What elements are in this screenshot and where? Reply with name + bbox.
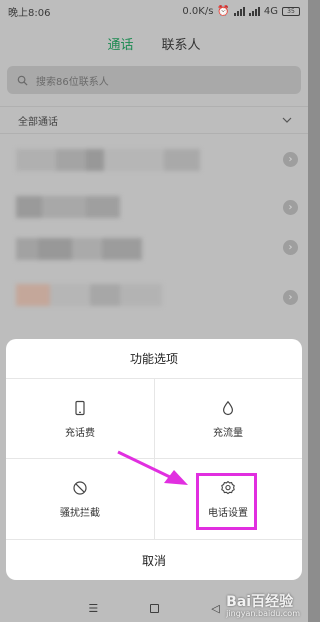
blurred-contact xyxy=(16,196,120,218)
block-icon xyxy=(73,480,87,495)
search-input[interactable]: 搜索86位联系人 xyxy=(7,66,301,94)
recharge-credit-button[interactable]: 充话费 xyxy=(6,379,154,459)
list-item[interactable]: › xyxy=(0,278,308,318)
list-item[interactable]: › xyxy=(0,188,308,228)
alarm-icon: ⏰ xyxy=(217,5,230,17)
list-item[interactable]: › xyxy=(0,140,308,180)
watermark: Bai百经验 jingyan.baidu.com xyxy=(226,591,300,618)
status-time: 晚上8:06 xyxy=(8,7,51,19)
chevron-right-icon[interactable]: › xyxy=(283,152,298,167)
cancel-button[interactable]: 取消 xyxy=(6,539,302,580)
blurred-contact xyxy=(16,238,142,260)
chevron-right-icon[interactable]: › xyxy=(283,200,298,215)
blurred-contact xyxy=(16,284,162,306)
droplet-icon xyxy=(222,400,234,415)
signal-icon xyxy=(233,6,245,16)
pointer-arrow xyxy=(117,450,188,485)
sheet-title: 功能选项 xyxy=(6,339,302,379)
search-icon xyxy=(17,75,28,86)
highlight-box xyxy=(196,473,257,530)
watermark-brand: Bai百经验 xyxy=(226,594,294,610)
chevron-right-icon[interactable]: › xyxy=(283,290,298,305)
battery-icon: 35 xyxy=(282,6,300,16)
search-placeholder: 搜索86位联系人 xyxy=(36,76,109,88)
tab-contacts[interactable]: 联系人 xyxy=(162,34,201,53)
tab-calls[interactable]: 通话 xyxy=(107,34,133,53)
network-type: 4G xyxy=(263,5,278,17)
call-filter-dropdown[interactable]: 全部通话 xyxy=(0,106,308,134)
back-icon[interactable]: ◁ xyxy=(211,602,219,615)
filter-label: 全部通话 xyxy=(18,116,58,128)
menu-icon[interactable]: ☰ xyxy=(88,602,98,615)
chevron-right-icon[interactable]: › xyxy=(283,240,298,255)
network-speed: 0.0K/s xyxy=(182,5,214,17)
home-icon[interactable] xyxy=(150,604,160,613)
recharge-credit-label: 充话费 xyxy=(65,427,95,439)
watermark-url: jingyan.baidu.com xyxy=(226,609,300,618)
phone-icon xyxy=(75,400,85,415)
chevron-down-icon xyxy=(282,117,292,123)
signal-icon-2 xyxy=(248,6,260,16)
recharge-data-label: 充流量 xyxy=(213,427,243,439)
list-item[interactable]: › xyxy=(0,228,308,268)
recharge-data-button[interactable]: 充流量 xyxy=(154,379,302,459)
spam-block-label: 骚扰拦截 xyxy=(60,507,100,519)
tab-bar: 通话 联系人 xyxy=(0,34,308,53)
status-bar: 晚上8:06 0.0K/s ⏰ 4G 35 xyxy=(0,0,308,22)
blurred-contact xyxy=(16,149,200,171)
